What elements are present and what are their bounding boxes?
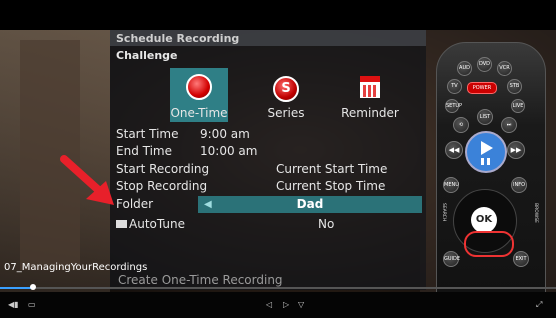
start-time-value: 9:00 am [200, 127, 250, 141]
folder-selector[interactable]: ◀ Dad [198, 196, 422, 213]
series-icon: S [273, 76, 299, 102]
folder-value: Dad [296, 197, 324, 211]
live-button[interactable]: LIVE [511, 99, 525, 113]
power-button[interactable]: POWER [467, 82, 497, 94]
start-recording-value[interactable]: Current Start Time [276, 162, 387, 176]
replay-button[interactable]: ⟲ [453, 117, 469, 133]
option-reminder[interactable]: Reminder [340, 70, 400, 120]
annotation-arrow-icon [60, 155, 114, 205]
fast-forward-button[interactable]: ▶▶ [507, 141, 525, 159]
schedule-recording-dialog: Schedule Recording Challenge One-Time S … [110, 30, 426, 290]
tv-button[interactable]: TV [447, 79, 462, 94]
letterbox-top [0, 0, 556, 30]
option-series[interactable]: S Series [256, 70, 316, 120]
folder-label: Folder [116, 197, 154, 211]
browse-label: BROWSE [533, 203, 538, 223]
stop-recording-label: Stop Recording [116, 179, 208, 193]
video-caption: 07_ManagingYourRecordings [4, 262, 148, 273]
ok-button[interactable]: OK [471, 207, 497, 233]
player-controls-bar [0, 292, 556, 318]
stb-button[interactable]: STB [507, 79, 522, 94]
down-arrow-highlight [464, 231, 514, 257]
end-time-value: 10:00 am [200, 144, 258, 158]
record-icon [186, 74, 212, 100]
autotune-value[interactable]: No [318, 217, 334, 231]
next-icon[interactable]: ▽ [298, 300, 304, 309]
play-pause-button[interactable] [465, 131, 507, 173]
play-icon[interactable]: ◀▮ [8, 300, 19, 309]
captions-icon[interactable]: ▭ [28, 300, 36, 309]
prev-icon[interactable]: ◁ [266, 300, 272, 309]
rewind-button[interactable]: ◀◀ [445, 141, 463, 159]
guide-button[interactable]: GUIDE [443, 251, 460, 267]
autotune-row: AutoTune [116, 217, 185, 231]
option-one-time[interactable]: One-Time [170, 68, 228, 122]
dialog-title: Schedule Recording [116, 32, 240, 45]
info-button[interactable]: INFO [511, 177, 527, 193]
search-label: SEARCH [441, 203, 446, 222]
tv-icon [116, 220, 127, 228]
progress-fill [0, 287, 34, 289]
dvd-button[interactable]: DVD [477, 57, 492, 72]
list-button[interactable]: LIST [477, 109, 493, 125]
autotune-label: AutoTune [129, 217, 185, 231]
exit-button[interactable]: EXIT [513, 251, 529, 267]
skip-button[interactable]: ⏭ [501, 117, 517, 133]
create-recording-button[interactable]: Create One-Time Recording [118, 273, 283, 287]
remote-control: AUD DVD VCR TV POWER STB SETUP LIVE LIST… [436, 42, 546, 318]
video-frame: Schedule Recording Challenge One-Time S … [0, 0, 556, 318]
option-label: Reminder [341, 106, 399, 120]
option-label: Series [267, 106, 305, 120]
stop-recording-value[interactable]: Current Stop Time [276, 179, 385, 193]
start-recording-label: Start Recording [116, 162, 210, 176]
play-icon [481, 141, 493, 165]
fullscreen-icon[interactable]: ⤢ [536, 300, 542, 310]
end-time-label: End Time [116, 144, 172, 158]
progress-bar[interactable] [0, 284, 556, 290]
calendar-icon [360, 76, 380, 98]
vcr-button[interactable]: VCR [497, 61, 512, 76]
aud-button[interactable]: AUD [457, 61, 472, 76]
menu-button[interactable]: MENU [443, 177, 459, 193]
setup-button[interactable]: SETUP [445, 99, 462, 113]
start-time-label: Start Time [116, 127, 179, 141]
play-small-icon[interactable]: ▷ [283, 300, 289, 309]
program-title: Challenge [116, 49, 178, 62]
option-label: One-Time [170, 106, 228, 120]
